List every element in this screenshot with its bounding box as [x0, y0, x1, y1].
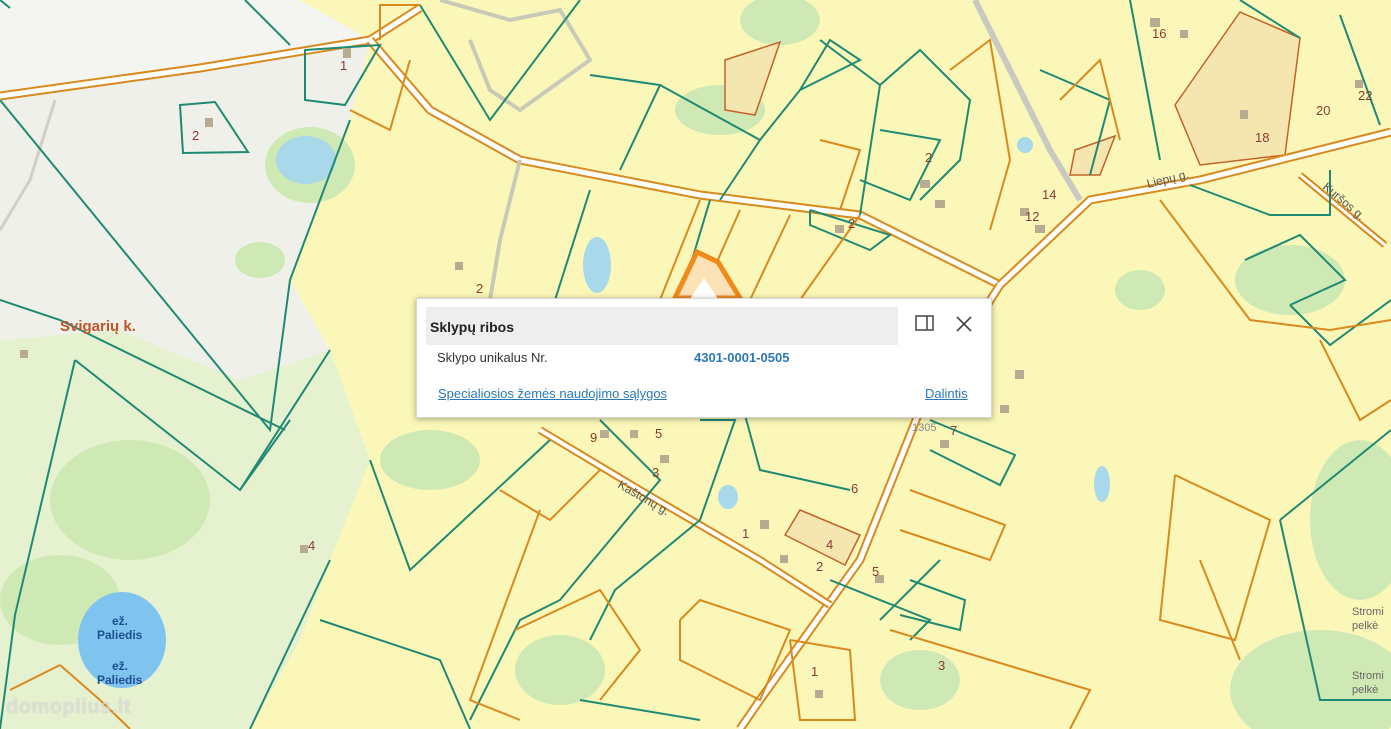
watermark: domoplius.lt	[6, 696, 131, 718]
house-number: 3	[652, 465, 659, 480]
house-number: 2	[848, 216, 855, 231]
popup-pointer	[690, 278, 718, 299]
wetland-label-1b: pelkė	[1352, 620, 1378, 632]
house-number: 20	[1316, 103, 1330, 118]
house-number: 2	[192, 128, 199, 143]
village-label: Svigarių k.	[60, 318, 136, 335]
wetland-label-2: Stromi	[1352, 670, 1384, 682]
house-number: 16	[1152, 26, 1166, 41]
lake-name-label-2: Paliedis	[97, 673, 143, 687]
house-number: 2	[925, 150, 932, 165]
close-button[interactable]	[953, 313, 975, 335]
house-number: 1	[811, 664, 818, 679]
house-number: 2	[816, 559, 823, 574]
house-number: 5	[655, 426, 662, 441]
close-icon	[956, 316, 972, 332]
special-conditions-link[interactable]: Specialiosios žemės naudojimo sąlygos	[438, 386, 667, 401]
house-number: 18	[1255, 130, 1269, 145]
house-number: 2	[476, 281, 483, 296]
house-number: 1	[742, 526, 749, 541]
house-number: 14	[1042, 187, 1056, 202]
house-number: 3	[938, 658, 945, 673]
lake-prefix-label-2: ež.	[112, 659, 128, 673]
house-number: 6	[851, 481, 858, 496]
parcel-info-popup: Sklypų ribos Sklypo unikalus Nr. 4301-00…	[416, 298, 992, 418]
house-number: 5	[872, 564, 879, 579]
dock-panel-icon	[915, 315, 934, 331]
lake-prefix-label: ež.	[112, 614, 128, 628]
parcel-id-value: 4301-0001-0505	[694, 350, 790, 365]
house-number: 4	[826, 537, 833, 552]
popup-header: Sklypų ribos	[426, 307, 898, 345]
lake-name-label: Paliedis	[97, 628, 143, 642]
wetland-label-1: Stromi	[1352, 606, 1384, 618]
parcel-id-label: Sklypo unikalus Nr.	[437, 350, 548, 365]
road-number-label: 1305	[912, 422, 936, 434]
wetland-label-2b: pelkė	[1352, 684, 1378, 696]
dock-panel-button[interactable]	[914, 314, 936, 334]
house-number: 9	[590, 430, 597, 445]
house-number: 12	[1025, 209, 1039, 224]
house-number: 7	[950, 423, 957, 438]
house-number: 1	[340, 58, 347, 73]
share-link[interactable]: Dalintis	[925, 386, 968, 401]
popup-title: Sklypų ribos	[430, 319, 515, 335]
house-number: 22	[1358, 88, 1372, 103]
house-number: 4	[308, 538, 315, 553]
